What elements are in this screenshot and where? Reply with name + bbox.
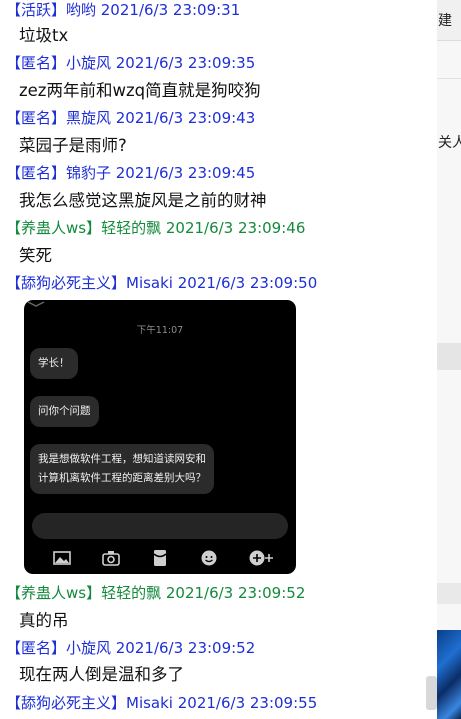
message-header: 【舔狗必死主义】Misaki 2021/6/3 23:09:50 — [6, 274, 318, 292]
message-text: 垃圾tx — [19, 26, 69, 45]
image-time: 下午11:07 — [136, 325, 184, 336]
message-header: 【匿名】小旋风 2021/6/3 23:09:35 — [6, 54, 256, 72]
message-text: zez两年前和wzq简直就是狗咬狗 — [19, 81, 261, 100]
message-text: 菜园子是雨师? — [19, 136, 127, 155]
image-bubble: 问你个问题 — [30, 396, 99, 427]
image-bubble-line: 计算机离软件工程的距离差别大吗？ — [38, 472, 206, 484]
message-header: 【活跃】哟哟 2021/6/3 23:09:31 — [6, 1, 241, 19]
picture-icon — [52, 548, 72, 568]
image-bubble: 学长！ — [30, 348, 78, 379]
chat-panel: 【活跃】哟哟 2021/6/3 23:09:31 垃圾tx 【匿名】小旋风 20… — [0, 0, 437, 719]
message-header: 【匿名】小旋风 2021/6/3 23:09:52 — [6, 639, 256, 657]
scrollbar-thumb[interactable] — [426, 676, 437, 710]
message-text: 我怎么感觉这黑旋风是之前的财神 — [19, 191, 267, 210]
side-text-top: 建 — [438, 13, 452, 29]
message-image[interactable]: 下午11:07 学长！ 问你个问题 我是想做软件工程，想知道读网安和 计算机离软… — [24, 300, 296, 574]
message-header: 【匿名】锦豹子 2021/6/3 23:09:45 — [6, 164, 256, 182]
message-text: 现在两人倒是温和多了 — [19, 665, 184, 684]
image-input-bar — [32, 513, 288, 539]
message-header: 【养蛊人ws】轻轻的飘 2021/6/3 23:09:52 — [6, 584, 306, 602]
background-image — [437, 630, 461, 719]
status-icon — [27, 301, 45, 307]
background-window: 建 关人 — [437, 0, 461, 719]
camera-icon — [101, 548, 121, 568]
message-text: 真的吊 — [19, 611, 69, 630]
emoji-icon — [199, 548, 219, 568]
message-header: 【匿名】黑旋风 2021/6/3 23:09:43 — [6, 109, 256, 127]
plus-icon — [248, 548, 273, 568]
side-text-mid: 关人 — [438, 135, 461, 151]
red-packet-icon — [150, 548, 170, 568]
image-bubble-line: 我是想做软件工程，想知道读网安和 — [38, 453, 206, 465]
message-header: 【舔狗必死主义】Misaki 2021/6/3 23:09:55 — [6, 694, 318, 712]
message-header: 【养蛊人ws】轻轻的飘 2021/6/3 23:09:46 — [6, 219, 306, 237]
message-text: 笑死 — [19, 246, 52, 265]
image-bubble-multiline: 我是想做软件工程，想知道读网安和 计算机离软件工程的距离差别大吗？ — [30, 444, 214, 494]
image-toolbar — [24, 544, 296, 572]
